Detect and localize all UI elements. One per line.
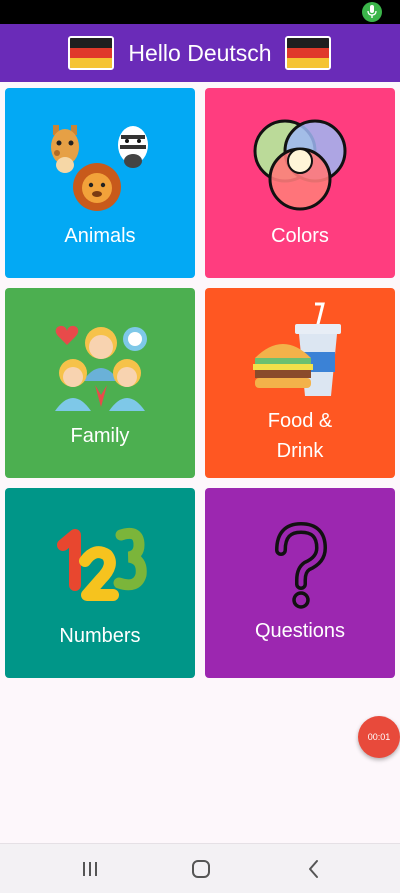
- recent-apps-icon[interactable]: [78, 858, 102, 880]
- numbers-123-icon: [57, 527, 147, 601]
- back-icon[interactable]: [302, 858, 326, 880]
- home-icon[interactable]: [189, 858, 213, 880]
- tile-label-animals: Animals: [64, 225, 136, 247]
- burger-drink-icon: [253, 302, 341, 396]
- category-tile-colors[interactable]: Colors: [205, 88, 395, 278]
- system-nav-bar: [0, 843, 400, 893]
- animals-icon: [51, 125, 148, 211]
- question-mark-icon: [275, 521, 328, 609]
- tile-label-food-drink: Food & Drink: [267, 410, 333, 462]
- family-icon: [55, 325, 147, 411]
- category-tile-numbers[interactable]: Numbers: [5, 488, 195, 678]
- recording-timer-button[interactable]: 00:01: [358, 716, 400, 758]
- tile-label-colors: Colors: [271, 225, 329, 247]
- app-bar: Hello Deutsch: [0, 24, 400, 82]
- category-tile-questions[interactable]: Questions: [205, 488, 395, 678]
- category-tile-food-drink[interactable]: Food & Drink: [205, 288, 395, 478]
- category-tile-family[interactable]: Family: [5, 288, 195, 478]
- timer-label: 00:01: [367, 732, 391, 742]
- german-flag-icon: [285, 36, 331, 70]
- tile-label-family: Family: [70, 425, 130, 447]
- status-bar: [0, 0, 400, 24]
- app-title: Hello Deutsch: [128, 39, 272, 66]
- color-circles-icon: [253, 119, 347, 211]
- tile-label-questions: Questions: [254, 620, 346, 642]
- mic-icon: [362, 2, 382, 22]
- tile-label-numbers: Numbers: [59, 625, 141, 647]
- category-tile-animals[interactable]: Animals: [5, 88, 195, 278]
- german-flag-icon: [68, 36, 114, 70]
